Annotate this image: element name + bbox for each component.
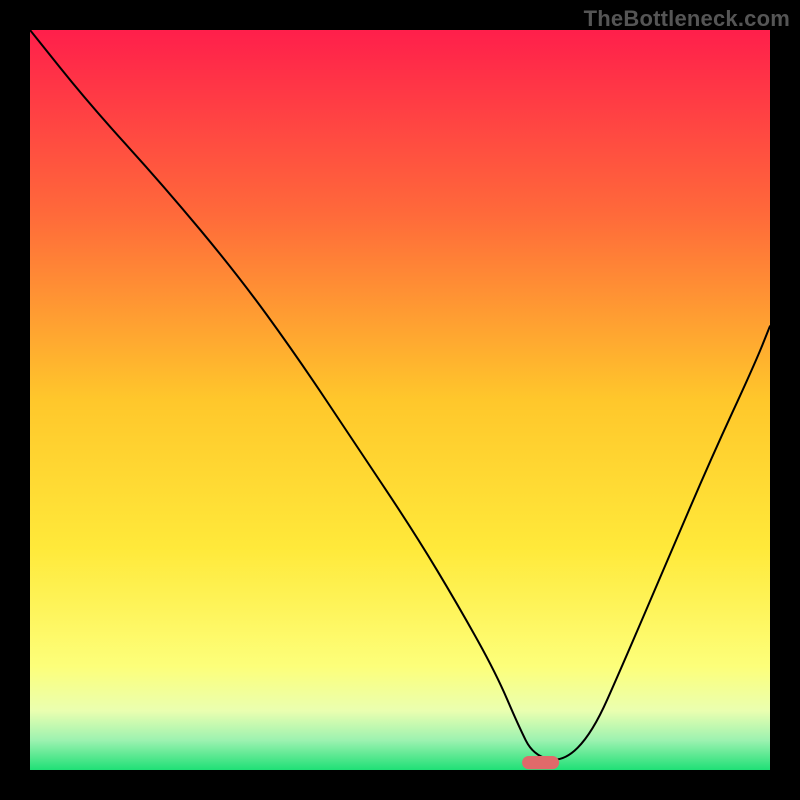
plot-background [30,30,770,770]
chart-container: TheBottleneck.com [0,0,800,800]
bottleneck-plot [0,0,800,800]
optimal-point-marker [522,756,559,769]
